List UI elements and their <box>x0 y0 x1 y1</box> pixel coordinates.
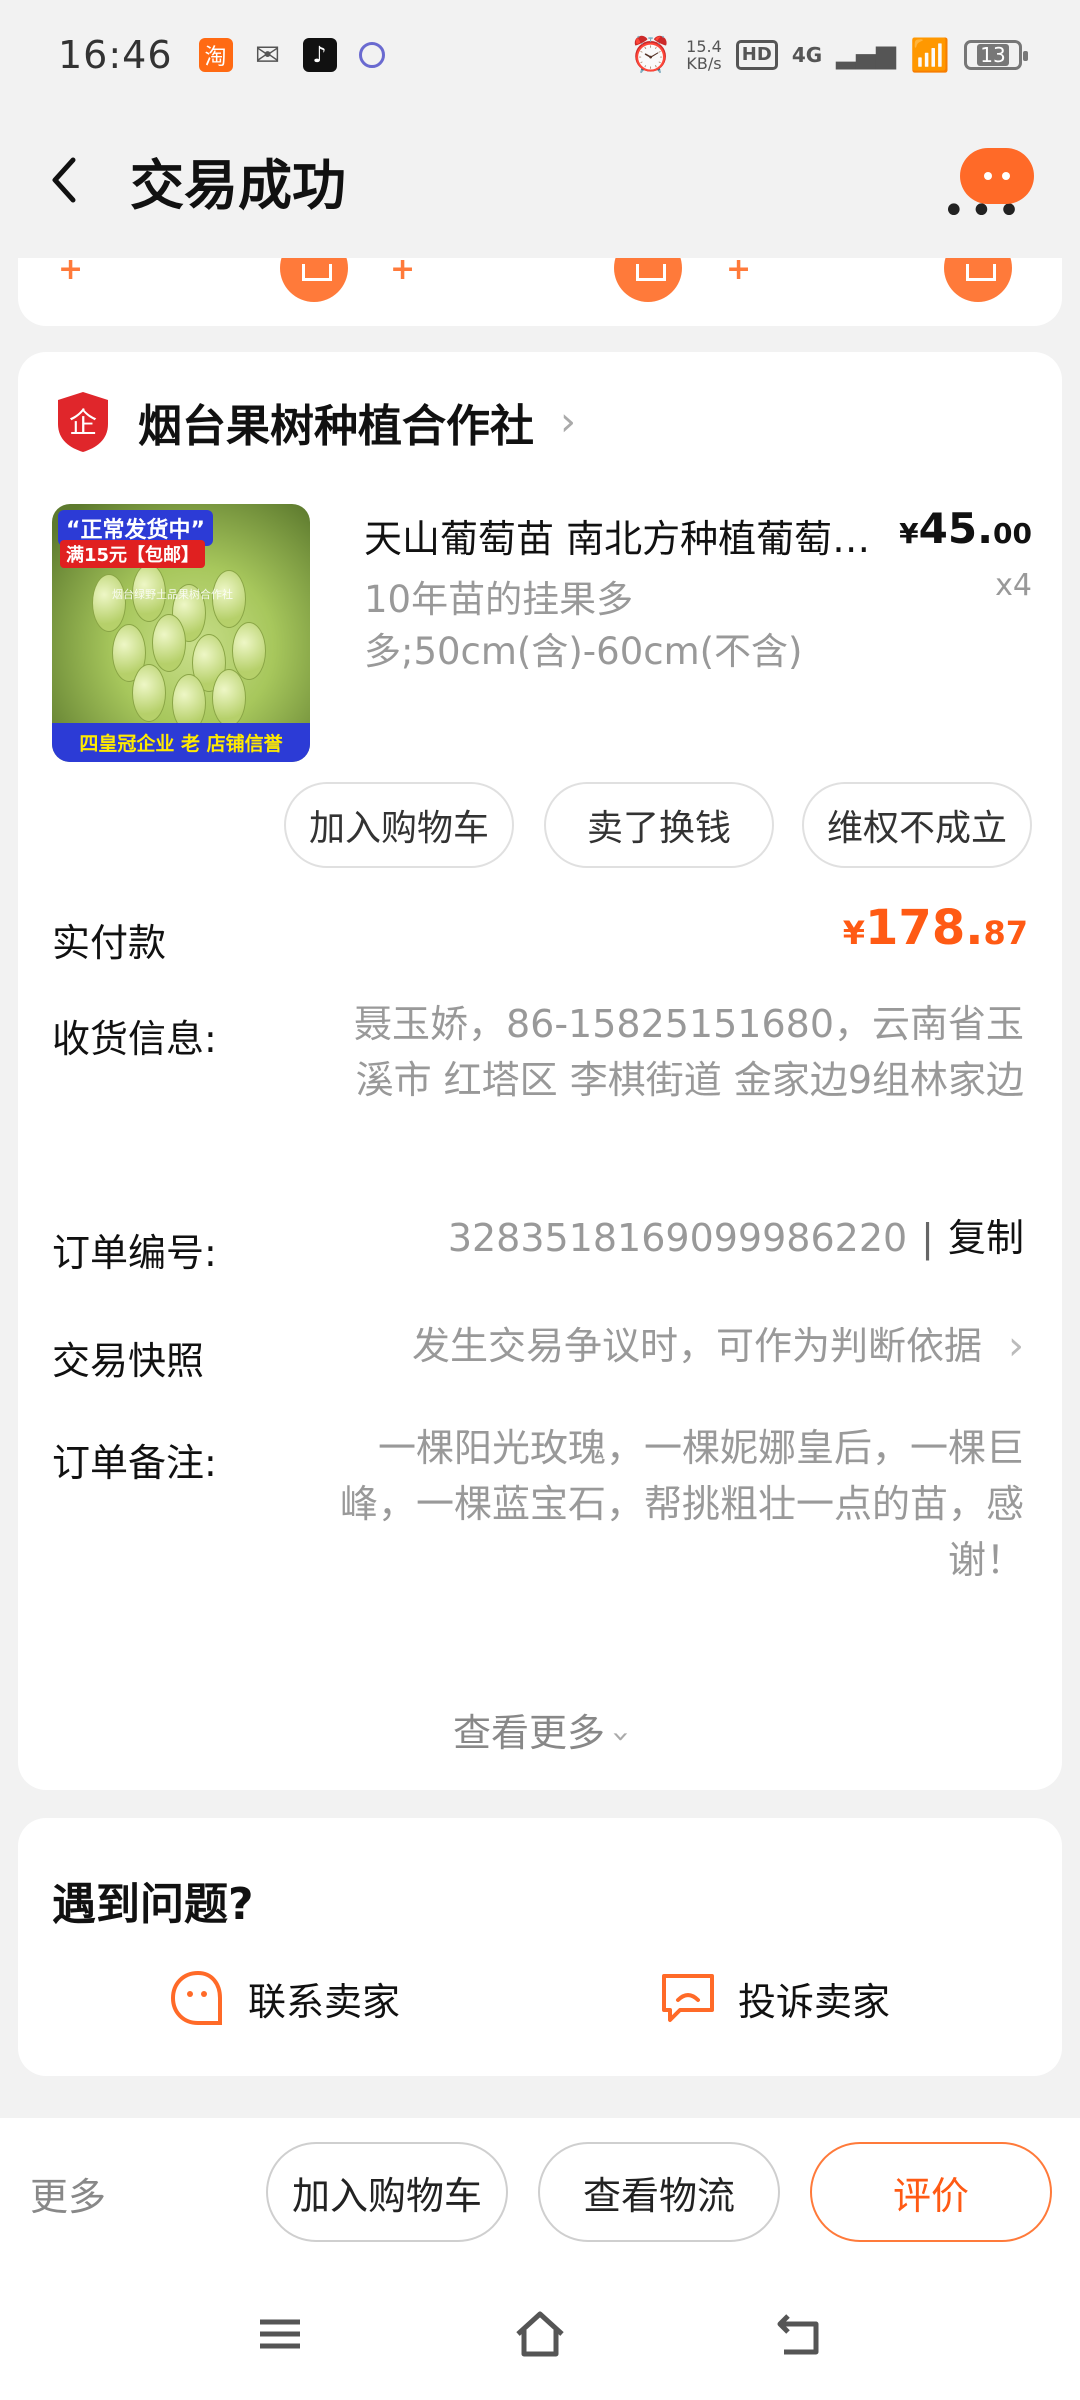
order-note-label: 订单备注: <box>52 1441 217 1485</box>
app-notification-icon <box>355 38 389 72</box>
review-button[interactable]: 评价 <box>810 2142 1052 2242</box>
product-quantity: x4 <box>995 568 1032 603</box>
chevron-down-icon: › <box>603 1730 639 1743</box>
complain-seller-label: 投诉卖家 <box>738 1979 891 2024</box>
tiktok-icon: ♪ <box>302 38 337 72</box>
message-bubble-icon <box>960 148 1034 204</box>
order-note-value: 一棵阳光玫瑰，一棵妮娜皇后，一棵巨峰，一棵蓝宝石，帮挑粗壮一点的苗，感谢！ <box>339 1426 1024 1582</box>
order-number-value: 3283518169099986220 <box>447 1216 908 1260</box>
recommendation-strip: + + + <box>18 258 1062 326</box>
recommendation-price-fragment: + <box>390 258 416 287</box>
complain-seller-button[interactable]: 投诉卖家 <box>658 1968 890 2028</box>
wechat-icon: ✉ <box>254 37 281 73</box>
complaint-icon <box>662 1974 714 2022</box>
product-spec: 10年苗的挂果多多;50cm(含)-60cm(不含) <box>364 578 803 673</box>
order-card: 企 烟台果树种植合作社 › “正常发货中” 满15元【包邮】 烟台绿野土品果树合… <box>18 352 1062 1790</box>
enterprise-shield-icon: 企 <box>54 390 112 454</box>
snapshot-link[interactable]: 发生交易争议时，可作为判断依据 › <box>412 1318 1024 1374</box>
help-card: 遇到问题? 联系卖家 投诉卖家 <box>18 1818 1062 2076</box>
cart-icon[interactable] <box>280 258 348 302</box>
back-nav-icon[interactable] <box>770 2304 830 2364</box>
snapshot-description: 发生交易争议时，可作为判断依据 <box>411 1324 982 1368</box>
battery-level: 13 <box>977 44 1009 66</box>
price-integer: 45. <box>918 504 994 553</box>
notification-icons: 淘 ✉ ♪ <box>198 37 389 73</box>
page-title: 交易成功 <box>130 153 346 217</box>
menu-icon[interactable] <box>250 2304 310 2364</box>
signal-bars-icon: ▂▄▆ <box>836 40 897 70</box>
back-arrow-icon <box>52 157 76 203</box>
cart-icon[interactable] <box>944 258 1012 302</box>
alarm-icon: ⏰ <box>629 35 673 75</box>
image-banner-bottom: 四皇冠企业 老 店铺信誉 <box>52 723 310 762</box>
copy-button[interactable]: 复制 <box>948 1210 1024 1266</box>
contact-seller-button[interactable]: 联系卖家 <box>168 1968 400 2028</box>
shop-name[interactable]: 烟台果树种植合作社 <box>138 390 534 454</box>
home-icon[interactable] <box>510 2304 570 2364</box>
taobao-icon: 淘 <box>198 38 233 72</box>
chevron-right-icon: › <box>1008 1323 1024 1369</box>
payment-symbol: ¥ <box>842 914 866 952</box>
shop-row[interactable]: 企 烟台果树种植合作社 › <box>54 390 576 454</box>
payment-decimal: 87 <box>983 914 1028 952</box>
order-number-row: 3283518169099986220 | 复制 <box>448 1210 1024 1266</box>
more-link[interactable]: 更多 <box>30 2166 106 2221</box>
status-bar: 16:46 淘 ✉ ♪ ⏰ 15.4 KB/s HD 4G ▂▄▆ 📶 13 <box>0 0 1080 110</box>
help-title: 遇到问题? <box>52 1879 254 1930</box>
hd-icon: HD <box>735 40 778 70</box>
recommendation-price-fragment: + <box>726 258 752 287</box>
price-symbol: ¥ <box>899 517 919 550</box>
back-button[interactable] <box>40 150 88 210</box>
bottom-action-bar: 更多 加入购物车 查看物流 评价 <box>0 2118 1080 2268</box>
product-title[interactable]: 天山葡萄苗 南北方种植葡萄树苗 <box>364 508 904 563</box>
smile-chat-icon <box>170 1970 222 2025</box>
signal-4g-icon: 4G <box>791 43 823 67</box>
see-more-button[interactable]: 查看更多› <box>18 1702 1062 1757</box>
price-decimal: 00 <box>993 517 1032 550</box>
status-right: ⏰ 15.4 KB/s HD 4G ▂▄▆ 📶 13 <box>629 35 1028 75</box>
image-banner-promo: 满15元【包邮】 <box>60 540 206 568</box>
product-price: ¥45.00 <box>899 504 1032 553</box>
recommendation-price-fragment: + <box>58 258 84 287</box>
payment-amount: ¥178.87 <box>843 900 1028 956</box>
dispute-status-button[interactable]: 维权不成立 <box>802 782 1032 868</box>
chevron-right-icon: › <box>560 399 576 445</box>
product-image[interactable]: “正常发货中” 满15元【包邮】 烟台绿野土品果树合作社 四皇冠企业 老 店铺信… <box>52 504 310 762</box>
image-shop-watermark: 烟台绿野土品果树合作社 <box>112 588 233 601</box>
more-options-button[interactable]: ••• <box>930 148 1034 234</box>
resell-button[interactable]: 卖了换钱 <box>544 782 774 868</box>
network-speed: 15.4 KB/s <box>686 38 722 72</box>
payment-label: 实付款 <box>52 921 167 965</box>
cart-icon[interactable] <box>614 258 682 302</box>
bottom-add-to-cart-button[interactable]: 加入购物车 <box>266 2142 508 2242</box>
separator: | <box>921 1216 934 1260</box>
header: 交易成功 ••• <box>0 110 1080 250</box>
payment-integer: 178. <box>865 900 984 956</box>
address-label: 收货信息: <box>52 1017 217 1061</box>
contact-seller-label: 联系卖家 <box>248 1979 401 2024</box>
snapshot-label: 交易快照 <box>52 1339 205 1383</box>
order-number-label: 订单编号: <box>52 1231 217 1275</box>
network-speed-unit: KB/s <box>686 54 722 73</box>
see-more-label: 查看更多 <box>452 1711 605 1755</box>
add-to-cart-button[interactable]: 加入购物车 <box>284 782 514 868</box>
status-time: 16:46 <box>58 33 173 77</box>
address-value: 聂玉娇，86-15825151680，云南省玉溪市 红塔区 李棋街道 金家边9组… <box>353 1002 1024 1102</box>
system-nav-bar <box>0 2268 1080 2400</box>
battery-icon: 13 <box>964 40 1028 70</box>
svg-text:企: 企 <box>69 406 97 439</box>
view-logistics-button[interactable]: 查看物流 <box>538 2142 780 2242</box>
more-dots-icon: ••• <box>942 188 1025 234</box>
wifi-icon: 📶 <box>910 36 950 74</box>
